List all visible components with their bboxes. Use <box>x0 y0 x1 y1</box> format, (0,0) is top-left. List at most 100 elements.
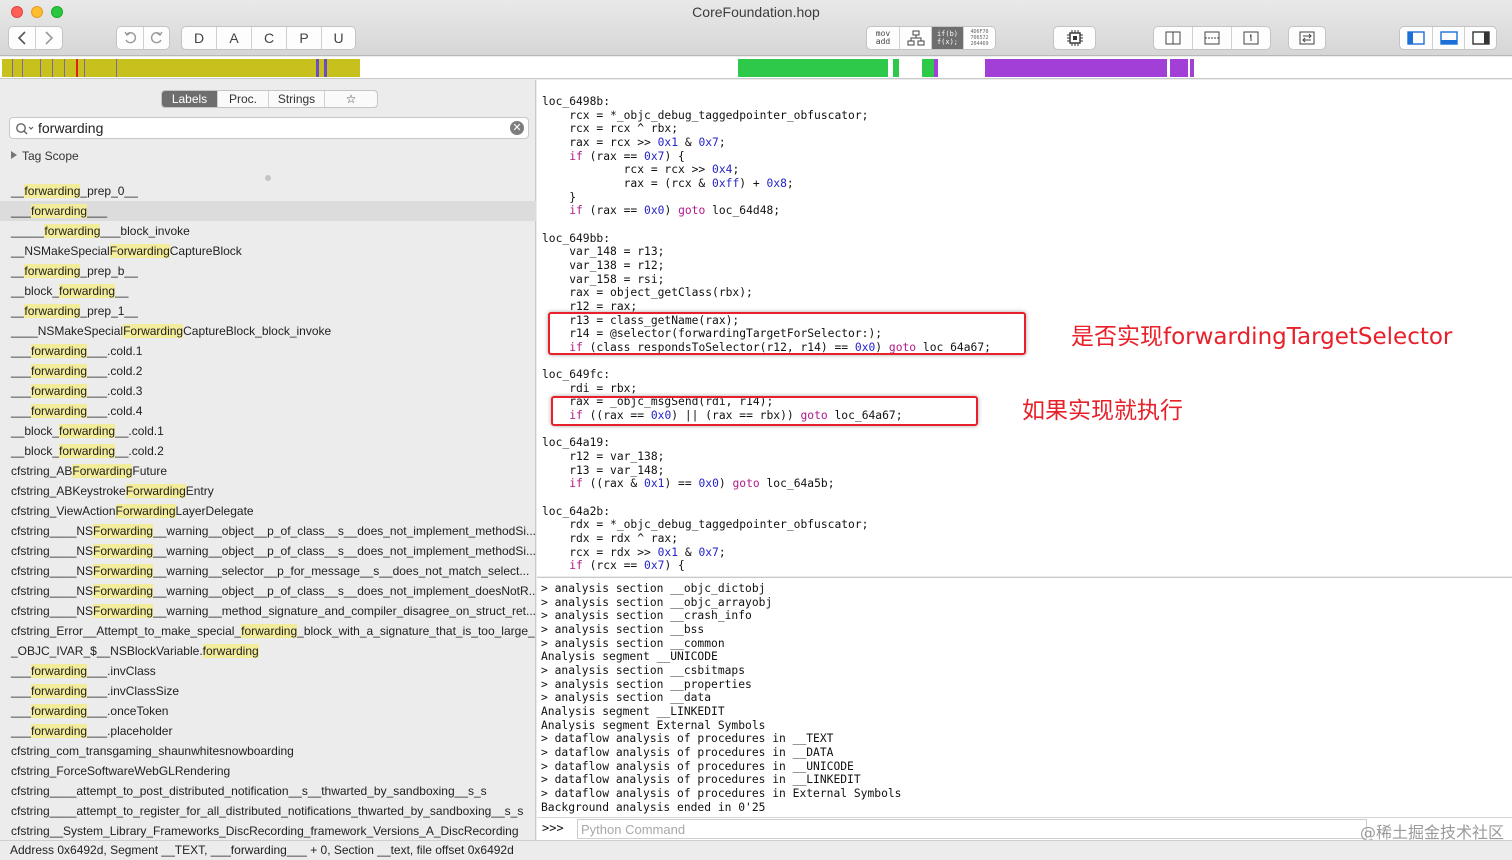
label-list-item[interactable]: cfstring____NSForwarding__warning__metho… <box>0 601 536 621</box>
label-list-item[interactable]: cfstring_ForceSoftwareWebGLRendering <box>0 761 536 781</box>
label-list-item[interactable]: cfstring_ABKeystrokeForwardingEntry <box>0 481 536 501</box>
single-view-button[interactable] <box>1232 27 1270 49</box>
label-list-item[interactable]: cfstring____NSForwarding__warning__selec… <box>0 561 536 581</box>
tag-scope-label: Tag Scope <box>22 149 79 163</box>
tab-favorites[interactable]: ☆ <box>325 91 377 107</box>
chevron-left-icon <box>17 31 26 45</box>
label-list-item[interactable]: ____NSMakeSpecialForwardingCaptureBlock_… <box>0 321 536 341</box>
python-command-input[interactable] <box>577 819 1367 839</box>
label-list-item[interactable]: __block_forwarding__.cold.2 <box>0 441 536 461</box>
pseudocode-mode-button[interactable]: if(b) f(x); <box>932 27 964 49</box>
label-list-item[interactable]: __block_forwarding__ <box>0 281 536 301</box>
label-list-item[interactable]: _____forwarding___block_invoke <box>0 221 536 241</box>
undo-icon <box>124 31 137 44</box>
label-list-item[interactable]: ___forwarding___.invClassSize <box>0 681 536 701</box>
label-list-item[interactable]: cfstring____NSForwarding__warning__objec… <box>0 521 536 541</box>
view-mode-segment: mov add if(b) f(x); 4D6F70 706572 204469 <box>866 26 996 50</box>
nav-segment-procedures <box>893 59 899 77</box>
label-list-item[interactable]: ___forwarding___.cold.2 <box>0 361 536 381</box>
tab-procedures[interactable]: Proc. <box>218 91 269 107</box>
split-horizontal-icon <box>1204 31 1220 45</box>
nav-segment-procedures <box>738 59 888 77</box>
define-code-button[interactable]: C <box>252 27 287 49</box>
label-list-item[interactable]: cfstring____attempt_to_post_distributed_… <box>0 781 536 801</box>
undefine-button[interactable]: U <box>322 27 355 49</box>
cfg-mode-button[interactable] <box>900 27 932 49</box>
label-list-item[interactable]: cfstring____NSForwarding__warning__objec… <box>0 541 536 561</box>
label-list-item[interactable]: cfstring____NSForwarding__warning__objec… <box>0 581 536 601</box>
navigation-bar[interactable] <box>0 57 1512 79</box>
search-input[interactable] <box>36 119 506 137</box>
forward-button[interactable] <box>36 27 62 49</box>
label-list-item[interactable]: ___forwarding___.cold.3 <box>0 381 536 401</box>
nav-tick <box>64 59 65 77</box>
label-search-field: ✕ <box>9 117 529 139</box>
define-procedure-button[interactable]: P <box>287 27 322 49</box>
tab-labels[interactable]: Labels <box>162 91 218 107</box>
nav-tick <box>40 59 41 77</box>
split-vertical-button[interactable] <box>1154 27 1193 49</box>
label-list-item[interactable]: ___forwarding___.invClass <box>0 661 536 681</box>
assembly-mode-button[interactable]: mov add <box>867 27 900 49</box>
cpu-group <box>1053 26 1096 50</box>
status-bar: Address 0x6492d, Segment __TEXT, ___forw… <box>0 840 1512 860</box>
label-list-item[interactable]: cfstring_Error__Attempt_to_make_special_… <box>0 621 536 641</box>
console-text: > analysis section __objc_dictobj > anal… <box>541 582 902 814</box>
swap-group <box>1288 26 1326 50</box>
label-list-item[interactable]: __NSMakeSpecialForwardingCaptureBlock <box>0 241 536 261</box>
label-list-item[interactable]: __forwarding_prep_1__ <box>0 301 536 321</box>
label-list-item[interactable]: cfstring_ViewActionForwardingLayerDelega… <box>0 501 536 521</box>
undo-button[interactable] <box>117 27 144 49</box>
pseudocode-view[interactable]: loc_6498b: rcx = *_objc_debug_taggedpoin… <box>537 80 1512 576</box>
label-list-item[interactable]: ___forwarding___ <box>0 201 536 221</box>
label-list-item[interactable]: ___forwarding___.placeholder <box>0 721 536 741</box>
label-list-item[interactable]: __forwarding_prep_0__ <box>0 181 536 201</box>
tag-scope-disclosure[interactable]: Tag Scope <box>11 149 79 163</box>
label-list-item[interactable]: cfstring_com_transgaming_shaunwhitesnowb… <box>0 741 536 761</box>
label-list-item[interactable]: cfstring__System_Library_Frameworks_Disc… <box>0 821 536 841</box>
label-list-item[interactable]: _OBJC_IVAR_$__NSBlockVariable.forwarding <box>0 641 536 661</box>
disclosure-triangle-icon <box>11 151 17 159</box>
toggle-bottom-pane-button[interactable] <box>1433 27 1465 49</box>
nav-segment-procedures <box>922 59 934 77</box>
console-log[interactable]: > analysis section __objc_dictobj > anal… <box>537 577 1512 817</box>
label-list-item[interactable]: ___forwarding___.onceToken <box>0 701 536 721</box>
right-pane-icon <box>1471 31 1490 45</box>
redo-button[interactable] <box>144 27 169 49</box>
navigation-button[interactable] <box>1289 27 1325 49</box>
label-list-item[interactable]: ___forwarding___.cold.4 <box>0 401 536 421</box>
nav-tick <box>116 59 117 77</box>
processor-button[interactable] <box>1054 27 1095 49</box>
nav-tick <box>22 59 23 77</box>
history-nav <box>8 26 63 50</box>
nav-tick <box>12 59 13 77</box>
nav-segment-objc <box>985 59 1167 77</box>
annotation-note-forwarding-check: 是否实现forwardingTargetSelector <box>1071 324 1453 350</box>
nav-segment-code <box>2 59 360 77</box>
toggle-left-pane-button[interactable] <box>1400 27 1433 49</box>
label-list-item[interactable]: ___forwarding___.cold.1 <box>0 341 536 361</box>
label-list-item[interactable]: __forwarding_prep_b__ <box>0 261 536 281</box>
define-ascii-button[interactable]: A <box>217 27 252 49</box>
toggle-right-pane-button[interactable] <box>1465 27 1496 49</box>
undo-redo <box>116 26 170 50</box>
define-data-button[interactable]: D <box>182 27 217 49</box>
labels-sidebar: Labels Proc. Strings ☆ ✕ Tag Scope __for… <box>0 80 536 840</box>
back-button[interactable] <box>9 27 36 49</box>
split-vertical-icon <box>1165 31 1181 45</box>
split-horizontal-button[interactable] <box>1193 27 1232 49</box>
bottom-pane-icon <box>1439 31 1458 45</box>
label-list-item[interactable]: cfstring____attempt_to_register_for_all_… <box>0 801 536 821</box>
hex-mode-button[interactable]: 4D6F70 706572 204469 <box>964 27 995 49</box>
python-command-bar: >>> @稀土掘金技术社区 <box>537 817 1512 842</box>
label-list-item[interactable]: __block_forwarding__.cold.1 <box>0 421 536 441</box>
clear-search-icon[interactable]: ✕ <box>510 121 524 135</box>
nav-tick <box>84 59 85 77</box>
label-list-item[interactable]: cfstring_ABForwardingFuture <box>0 461 536 481</box>
chip-icon <box>1066 30 1083 46</box>
nav-segment-objc <box>1190 59 1194 77</box>
tab-strings[interactable]: Strings <box>269 91 325 107</box>
search-icon <box>16 123 34 135</box>
type-buttons: D A C P U <box>181 26 356 50</box>
sidebar-tabs: Labels Proc. Strings ☆ <box>161 90 378 108</box>
